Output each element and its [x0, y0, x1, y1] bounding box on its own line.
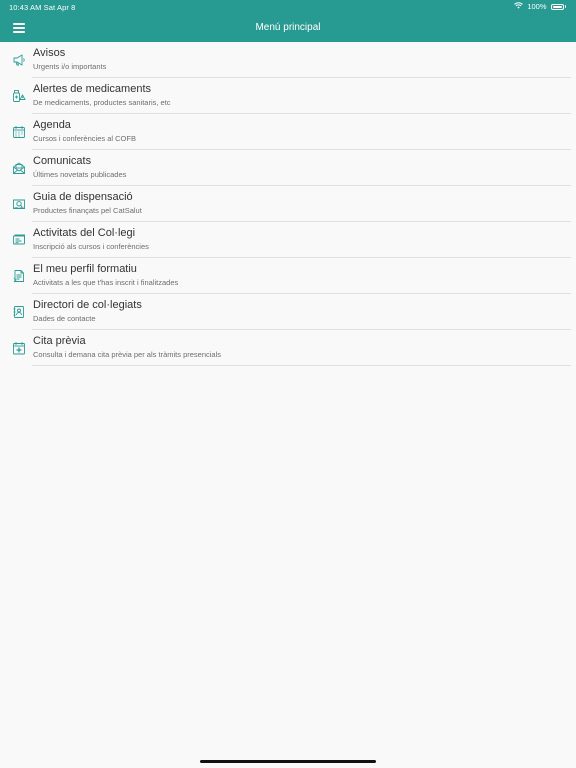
menu-item-directori-collegiats[interactable]: Directori de col·legiats Dades de contac…: [0, 294, 576, 330]
status-bar: 10:43 AM Sat Apr 8 100%: [0, 0, 576, 14]
home-indicator[interactable]: [200, 760, 376, 763]
menu-item-subtitle: Consulta i demana cita prèvia per als tr…: [33, 350, 222, 359]
appointment-icon: [12, 341, 26, 355]
directory-icon: [12, 305, 26, 319]
menu-item-subtitle: Urgents i/o importants: [33, 62, 107, 71]
status-time-date: 10:43 AM Sat Apr 8: [9, 3, 76, 12]
menu-item-label: Agenda: [33, 119, 71, 131]
main-menu-list: Avisos Urgents i/o importants Alertes de…: [0, 42, 576, 366]
menu-item-avisos[interactable]: Avisos Urgents i/o importants: [0, 42, 576, 78]
battery-percent: 100%: [527, 2, 547, 11]
menu-item-comunicats[interactable]: Comunicats Últimes novetats publicades: [0, 150, 576, 186]
calendar-icon: [12, 125, 26, 139]
page-title: Menú principal: [255, 22, 321, 33]
menu-item-cita-previa[interactable]: Cita prèvia Consulta i demana cita prèvi…: [0, 330, 576, 366]
menu-item-label: Cita prèvia: [33, 335, 86, 347]
profile-document-icon: [12, 269, 26, 283]
menu-item-subtitle: De medicaments, productes sanitaris, etc: [33, 98, 171, 107]
menu-item-label: Avisos: [33, 47, 66, 59]
menu-item-subtitle: Activitats a les que t'has inscrit i fin…: [33, 278, 179, 287]
certificate-icon: [12, 233, 26, 247]
menu-item-subtitle: Productes finançats pel CatSalut: [33, 206, 142, 215]
menu-item-subtitle: Cursos i conferències al COFB: [33, 134, 136, 143]
guide-book-icon: [12, 197, 26, 211]
menu-item-agenda[interactable]: Agenda Cursos i conferències al COFB: [0, 114, 576, 150]
menu-item-subtitle: Últimes novetats publicades: [33, 170, 127, 179]
menu-item-activitats-collegi[interactable]: Activitats del Col·legi Inscripció als c…: [0, 222, 576, 258]
menu-item-alertes-medicaments[interactable]: Alertes de medicaments De medicaments, p…: [0, 78, 576, 114]
menu-item-label: Comunicats: [33, 155, 92, 167]
envelope-icon: [12, 161, 26, 175]
menu-item-label: El meu perfil formatiu: [33, 263, 137, 275]
menu-item-subtitle: Inscripció als cursos i conferències: [33, 242, 149, 251]
menu-item-label: Directori de col·legiats: [33, 299, 142, 311]
app-header: 10:43 AM Sat Apr 8 100% Menú principal: [0, 0, 576, 42]
menu-item-subtitle: Dades de contacte: [33, 314, 96, 323]
status-indicators: 100%: [514, 2, 566, 11]
menu-item-label: Alertes de medicaments: [33, 83, 151, 95]
wifi-icon: [514, 2, 524, 11]
menu-item-label: Guia de dispensació: [33, 191, 133, 203]
medicine-alert-icon: [12, 89, 26, 103]
menu-item-label: Activitats del Col·legi: [33, 227, 136, 239]
megaphone-icon: [12, 53, 26, 67]
menu-item-perfil-formatiu[interactable]: El meu perfil formatiu Activitats a les …: [0, 258, 576, 294]
battery-tip: [564, 5, 566, 8]
menu-item-guia-dispensacio[interactable]: Guia de dispensació Productes finançats …: [0, 186, 576, 222]
battery-icon: [550, 3, 564, 10]
